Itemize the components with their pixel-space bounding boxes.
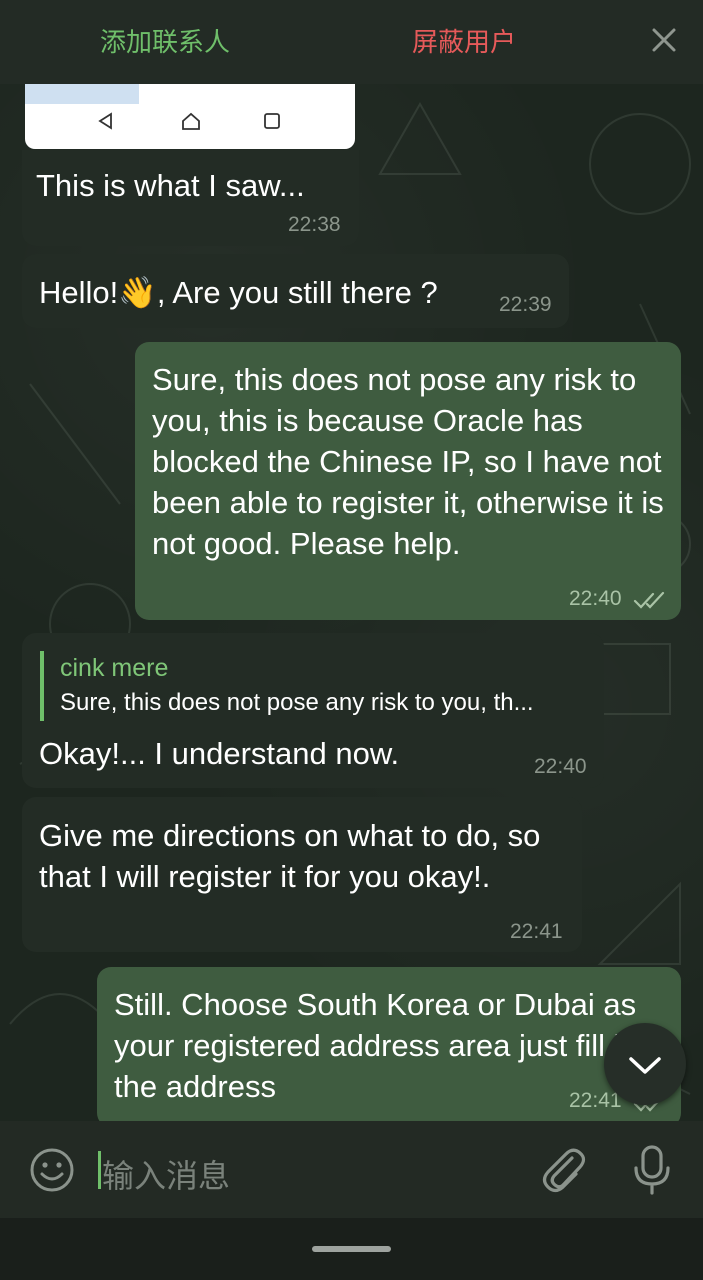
reply-preview-text: Sure, this does not pose any risk to you… (60, 689, 534, 716)
message-time: 22:40 (534, 755, 587, 778)
image-attachment[interactable] (25, 84, 355, 149)
message-time: 22:39 (499, 293, 552, 316)
block-user-button[interactable]: 屏蔽用户 (412, 22, 516, 59)
attach-icon[interactable] (538, 1144, 586, 1196)
home-nav-icon (182, 112, 200, 130)
recents-nav-icon (264, 113, 280, 129)
message-bubble-outgoing[interactable]: Sure, this does not pose any risk to you… (135, 342, 681, 620)
scroll-to-bottom-button[interactable] (604, 1023, 686, 1105)
message-bubble-incoming[interactable]: Hello!👋, Are you still there ? 22:39 (22, 254, 569, 328)
message-time: 22:41 (510, 920, 563, 943)
message-text: Give me directions on what to do, so tha… (39, 818, 541, 894)
microphone-icon[interactable] (632, 1144, 672, 1196)
message-text: Okay!... I understand now. (39, 736, 400, 771)
system-navigation-bar (0, 1218, 703, 1280)
emoji-icon[interactable] (28, 1146, 76, 1194)
message-time: 22:38 (288, 213, 341, 236)
back-nav-icon (98, 112, 112, 130)
home-gesture-handle[interactable] (312, 1246, 391, 1252)
text-cursor (98, 1151, 101, 1189)
message-bubble-incoming[interactable]: This is what I saw... 22:38 (22, 150, 359, 246)
double-check-icon (633, 591, 665, 609)
reply-quote[interactable]: cink mere Sure, this does not pose any r… (40, 651, 600, 721)
chat-action-bar: 添加联系人 屏蔽用户 (0, 0, 703, 84)
message-input[interactable]: 输入消息 (102, 1151, 230, 1197)
reply-author: cink mere (60, 654, 169, 682)
message-time: 22:40 (569, 587, 622, 610)
message-bubble-incoming[interactable]: cink mere Sure, this does not pose any r… (22, 633, 604, 788)
message-composer: 输入消息 (0, 1121, 703, 1218)
message-bubble-outgoing[interactable]: Still. Choose South Korea or Dubai as yo… (97, 967, 681, 1121)
message-text: This is what I saw... (36, 168, 305, 203)
message-list[interactable]: This is what I saw... 22:38 Hello!👋, Are… (0, 84, 703, 1121)
message-bubble-incoming[interactable]: Give me directions on what to do, so tha… (22, 797, 582, 952)
close-icon[interactable] (646, 22, 682, 58)
message-text: Hello!👋, Are you still there ? (39, 275, 438, 310)
message-text: Sure, this does not pose any risk to you… (152, 362, 664, 561)
chevron-down-icon (629, 1057, 661, 1074)
add-contact-button[interactable]: 添加联系人 (100, 22, 230, 59)
